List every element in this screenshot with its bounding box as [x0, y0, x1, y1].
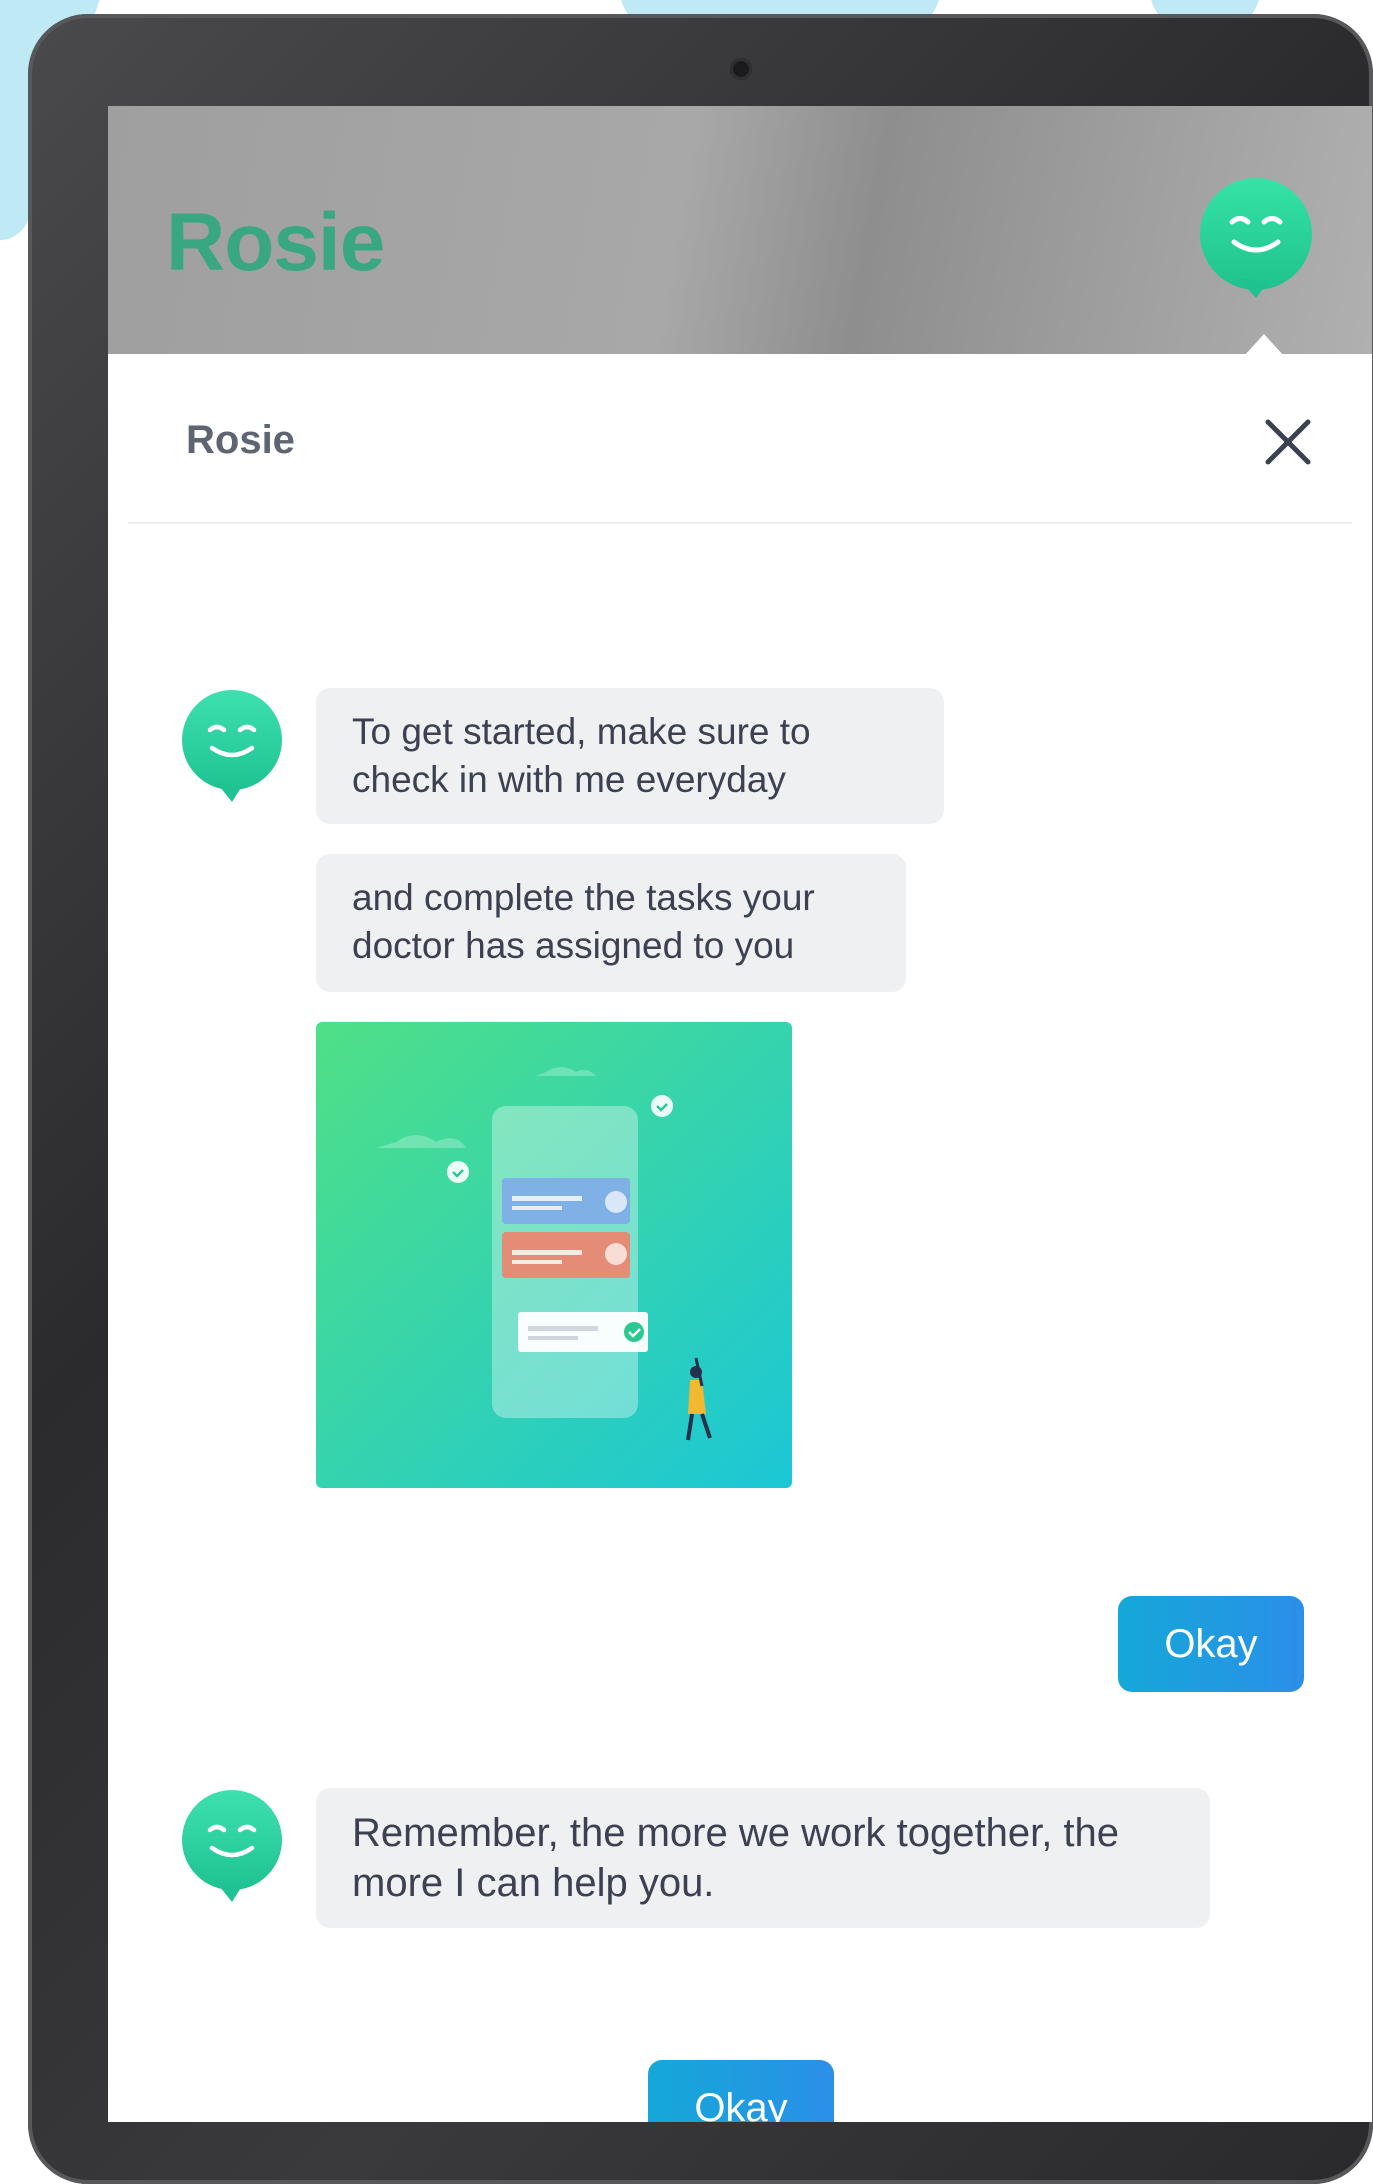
okay-button[interactable]: Okay	[1118, 1596, 1304, 1692]
chat-message: To get started, make sure to check in wi…	[316, 688, 944, 824]
app-logo: Rosie	[166, 197, 385, 288]
tablet-screen: Rosie Rosie To get started, make sure to…	[108, 106, 1372, 2122]
chat-panel: Rosie To get started, make sure to check…	[108, 334, 1372, 2122]
chat-message: Remember, the more we work together, the…	[316, 1788, 1210, 1928]
okay-button[interactable]: Okay	[648, 2060, 834, 2122]
camera-icon	[730, 58, 752, 80]
divider	[128, 522, 1352, 524]
tablet-device-frame: Rosie Rosie To get started, make sure to…	[28, 14, 1373, 2184]
smiley-chat-bubble-icon[interactable]	[1198, 178, 1314, 298]
panel-pointer	[1244, 334, 1284, 356]
bot-avatar-icon	[182, 1790, 282, 1902]
chat-message: and complete the tasks your doctor has a…	[316, 854, 906, 992]
close-icon[interactable]	[1258, 412, 1318, 472]
chat-title: Rosie	[186, 418, 295, 462]
app-header: Rosie	[108, 106, 1372, 354]
bot-avatar-icon	[182, 690, 282, 802]
task-checklist-illustration	[316, 1022, 792, 1488]
